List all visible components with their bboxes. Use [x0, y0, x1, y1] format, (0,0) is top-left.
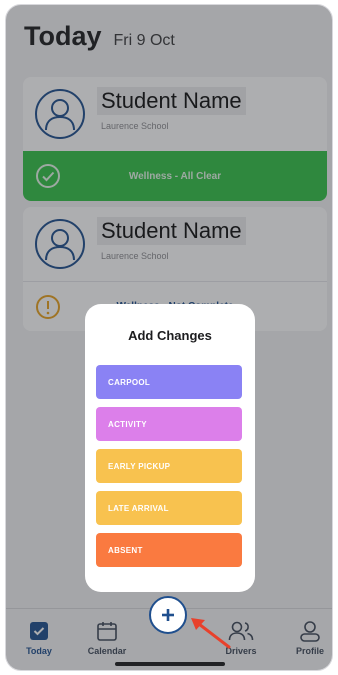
carpool-option-button[interactable]: CARPOOL: [96, 365, 242, 399]
add-changes-modal: Add Changes CARPOOL ACTIVITY EARLY PICKU…: [85, 304, 255, 592]
annotation-arrow-icon: [191, 618, 231, 649]
absent-option-button[interactable]: ABSENT: [96, 533, 242, 567]
plus-icon: [162, 609, 174, 621]
add-changes-button[interactable]: [149, 596, 187, 634]
early-pickup-option-button[interactable]: EARLY PICKUP: [96, 449, 242, 483]
modal-title: Add Changes: [128, 328, 212, 343]
late-arrival-option-button[interactable]: LATE ARRIVAL: [96, 491, 242, 525]
activity-option-button[interactable]: ACTIVITY: [96, 407, 242, 441]
